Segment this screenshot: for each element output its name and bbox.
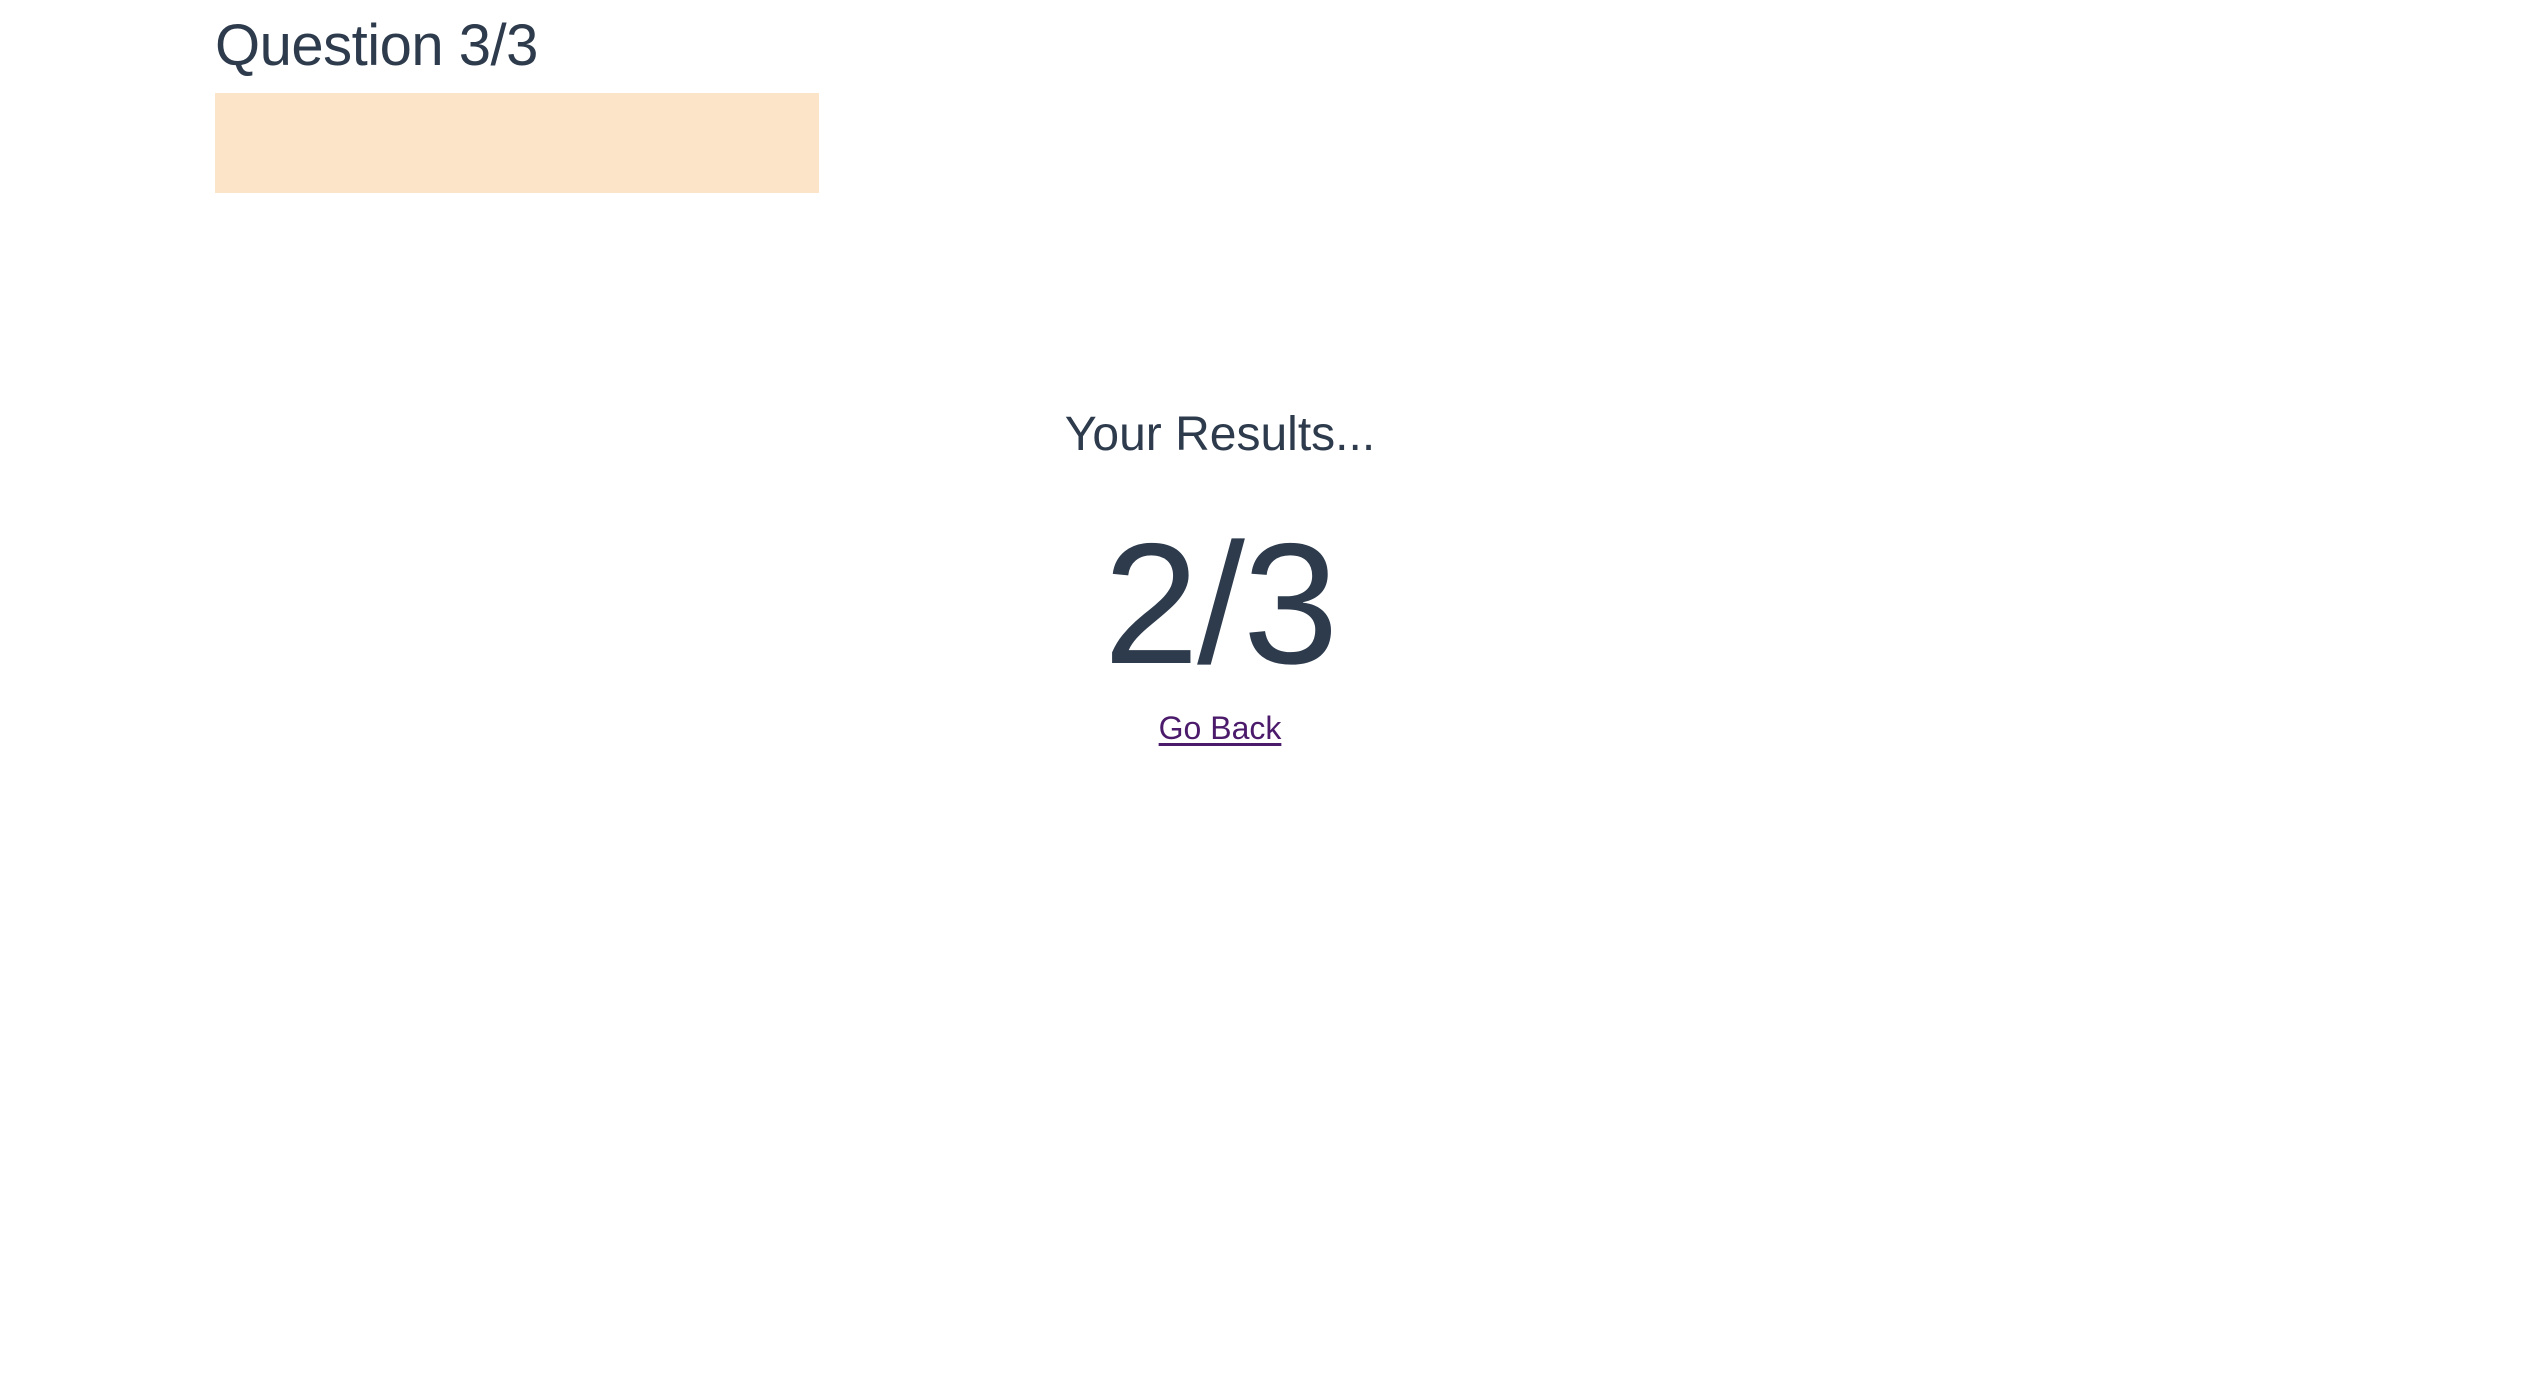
results-heading: Your Results... — [1064, 408, 1376, 461]
question-counter: Question 3/3 — [215, 13, 538, 78]
results-panel: Your Results... 2/3 Go Back — [0, 400, 2440, 750]
quiz-header: Question 3/3 — [215, 8, 1015, 84]
score-value: 2/3 — [1103, 508, 1338, 700]
go-back-link[interactable]: Go Back — [1159, 706, 1282, 750]
progress-bar — [215, 93, 819, 193]
